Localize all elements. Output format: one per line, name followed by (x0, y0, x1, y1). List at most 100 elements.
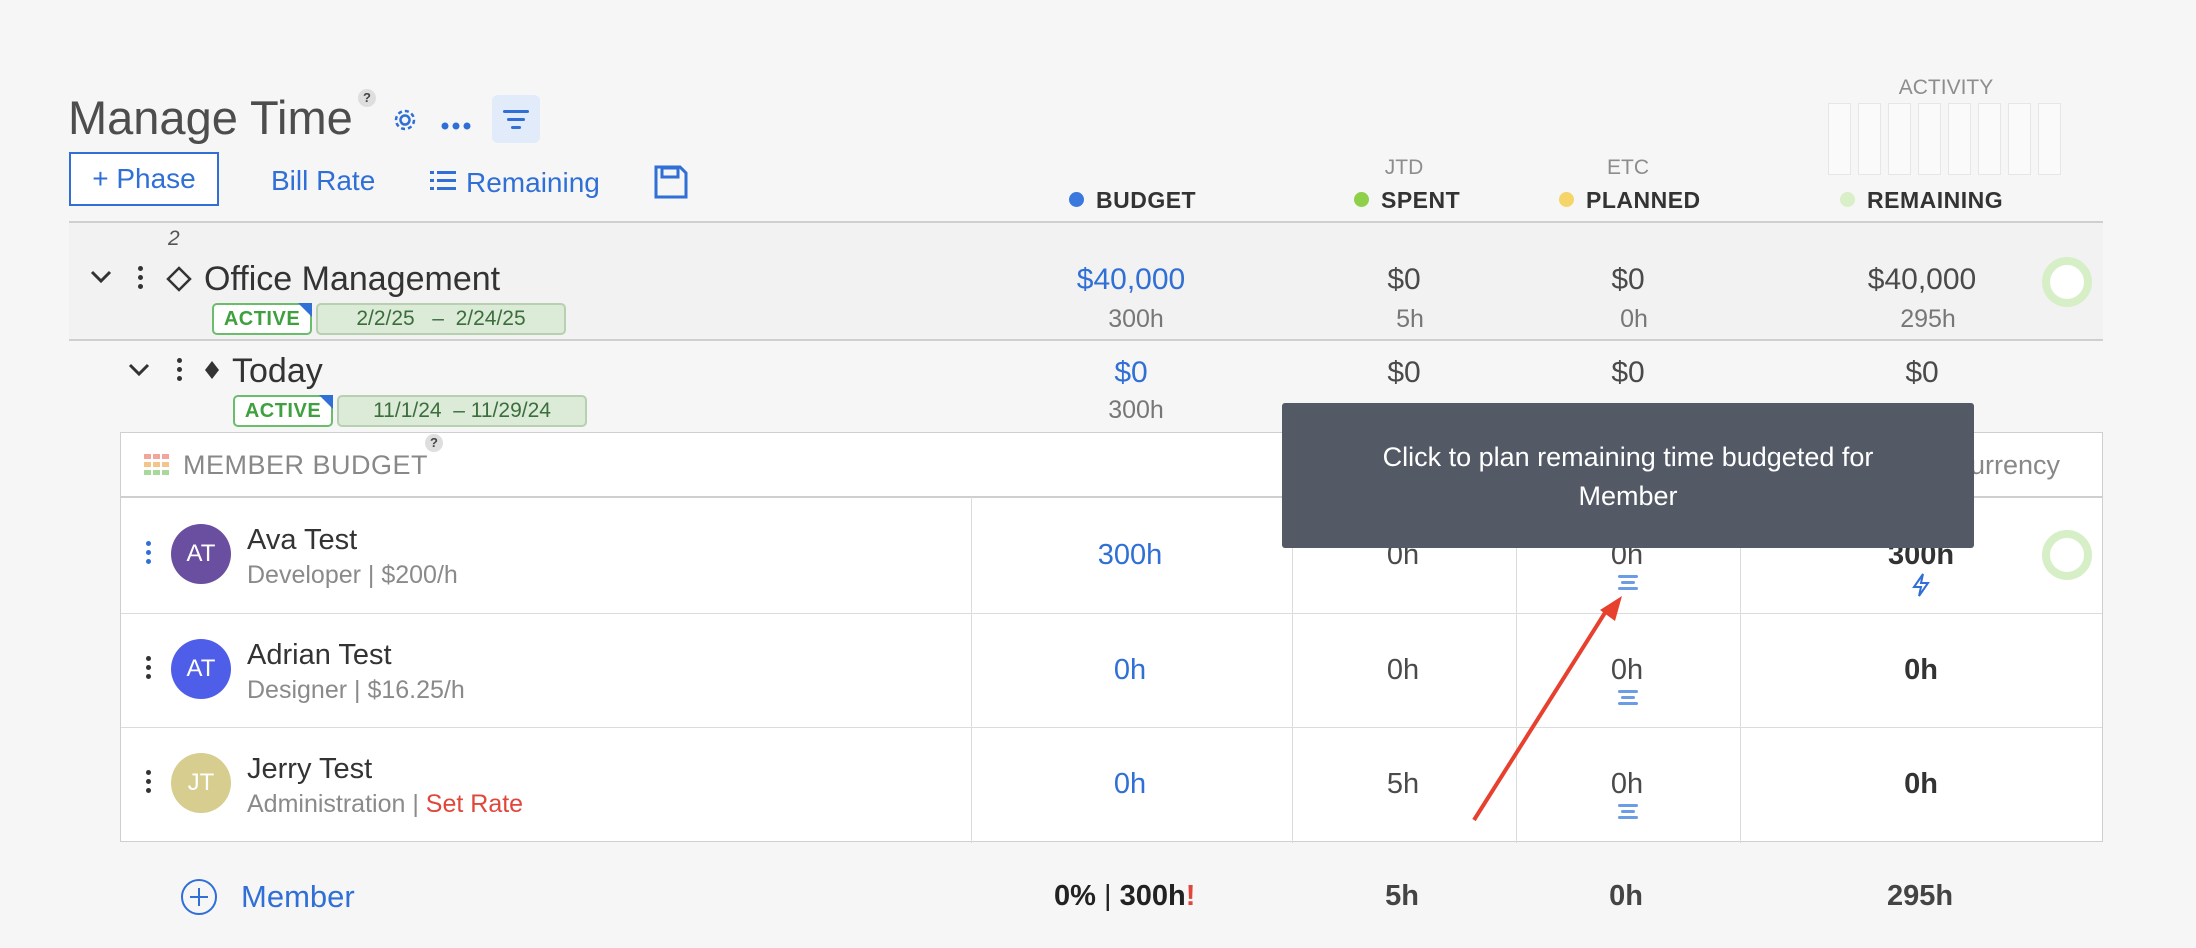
column-spent: SPENT (1354, 187, 1460, 214)
phase-budget-hours: 300h (1108, 305, 1164, 333)
member-role-text: Developer (247, 561, 361, 589)
member-budget-title: MEMBER BUDGET (183, 450, 429, 480)
tooltip: Click to plan remaining time budgeted fo… (1282, 403, 1974, 548)
subphase-budget[interactable]: $0 (1021, 356, 1241, 390)
member-budget-cell[interactable]: 0h (1020, 768, 1240, 801)
add-phase-button[interactable]: + Phase (69, 152, 219, 206)
filter-icon (503, 110, 529, 129)
member-remaining-cell: 0h (1904, 654, 1938, 686)
member-role: Administration | Set Rate (247, 790, 524, 818)
subphase-diamond-icon (204, 360, 220, 385)
member-remaining-cell: 0h (1904, 768, 1938, 800)
lightning-icon[interactable] (1911, 573, 1931, 602)
activity-bar (2008, 103, 2031, 175)
column-divider (1740, 497, 1741, 843)
budget-dot (1069, 192, 1084, 208)
column-divider (971, 497, 972, 843)
activity-bar (1888, 103, 1911, 175)
remaining-label: REMAINING (1867, 187, 2004, 213)
footer-spent-total: 5h (1385, 880, 1419, 912)
avatar: AT (171, 524, 231, 584)
activity-bar (1828, 103, 1851, 175)
footer-remaining-total: 295h (1886, 880, 1954, 912)
plus-circle-icon (181, 879, 217, 915)
column-planned: PLANNED (1559, 187, 1701, 214)
subphase-status-badge: ACTIVE (233, 395, 333, 427)
phase-remaining: $40,000 (1867, 263, 1977, 296)
phase-date-range[interactable]: 2/2/25 – 2/24/25 (316, 303, 566, 335)
activity-bar (1948, 103, 1971, 175)
row-divider (121, 613, 2102, 614)
phase-status-badge: ACTIVE (212, 303, 312, 335)
phase-planned: $0 (1611, 263, 1645, 296)
add-member-label[interactable]: Member (241, 879, 355, 915)
footer-budget-hours: 300h (1119, 880, 1186, 912)
member-name[interactable]: Ava Test (247, 524, 357, 557)
member-rate: $200/h (381, 561, 458, 589)
budget-label: BUDGET (1096, 187, 1197, 213)
bill-rate-link[interactable]: Bill Rate (271, 165, 375, 197)
member-menu-icon[interactable] (146, 770, 152, 797)
avatar: AT (171, 639, 231, 699)
help-icon[interactable]: ? (358, 89, 376, 107)
grid-icon (144, 454, 170, 481)
member-budget-cell[interactable]: 0h (1020, 654, 1240, 687)
add-member-button[interactable] (180, 878, 218, 921)
column-budget: BUDGET (1069, 187, 1196, 214)
footer-planned-total: 0h (1609, 880, 1643, 912)
phase-divider (69, 339, 2103, 341)
member-role-text: Administration (247, 790, 406, 818)
subphase-remaining: $0 (1905, 356, 1939, 389)
filter-button[interactable] (492, 95, 540, 143)
remaining-toggle[interactable]: Remaining (466, 167, 600, 199)
currency-toggle[interactable]: urrency (1970, 450, 2060, 481)
row-divider (121, 727, 2102, 728)
page-title: Manage Time (68, 91, 353, 144)
member-name[interactable]: Jerry Test (247, 753, 372, 786)
avatar: JT (171, 753, 231, 813)
member-name[interactable]: Adrian Test (247, 639, 392, 672)
member-budget-cell[interactable]: 300h (1020, 539, 1240, 572)
help-icon[interactable]: ? (425, 434, 443, 452)
spent-label: SPENT (1381, 187, 1461, 213)
footer-budget-pct: 0% (1054, 880, 1096, 912)
member-menu-icon[interactable] (146, 656, 152, 683)
more-options-icon[interactable] (441, 117, 471, 135)
planned-dot (1559, 192, 1574, 208)
chevron-down-icon[interactable] (128, 363, 150, 382)
phase-budget[interactable]: $40,000 (1021, 263, 1241, 297)
warning-icon: ! (1185, 880, 1196, 912)
subphase-planned: $0 (1611, 356, 1645, 389)
activity-bar (1858, 103, 1881, 175)
phase-spent: $0 (1387, 263, 1421, 296)
subphase-status-text: ACTIVE (244, 400, 322, 422)
planned-label: PLANNED (1586, 187, 1701, 213)
save-icon[interactable] (653, 164, 689, 205)
badge-corner (298, 303, 312, 317)
activity-bar (2038, 103, 2061, 175)
phase-name[interactable]: Office Management (204, 260, 500, 299)
member-progress-ring (2042, 530, 2092, 580)
phase-menu-icon[interactable] (138, 266, 144, 293)
subphase-name[interactable]: Today (232, 352, 323, 391)
activity-label: ACTIVITY (1898, 76, 1994, 99)
column-remaining: REMAINING (1840, 187, 2003, 214)
member-rate: $16.25/h (367, 676, 465, 704)
member-role: Developer | $200/h (247, 561, 458, 589)
footer-budget-sep: | (1103, 880, 1112, 912)
phase-spent-hours: 5h (1396, 305, 1424, 333)
gear-icon[interactable] (392, 107, 418, 138)
spent-dot (1354, 192, 1369, 208)
remaining-dot (1840, 192, 1855, 208)
phase-status-text: ACTIVE (223, 308, 301, 330)
member-role: Designer | $16.25/h (247, 676, 465, 704)
subphase-budget-hours: 300h (1108, 396, 1164, 424)
member-menu-icon[interactable] (146, 541, 152, 568)
subphase-menu-icon[interactable] (177, 358, 183, 385)
subphase-spent: $0 (1387, 356, 1421, 389)
chevron-down-icon[interactable] (90, 270, 112, 289)
set-rate-link[interactable]: Set Rate (426, 790, 523, 818)
subphase-date-range[interactable]: 11/1/24 – 11/29/24 (337, 395, 587, 427)
list-icon (430, 170, 456, 197)
badge-corner (319, 395, 333, 409)
